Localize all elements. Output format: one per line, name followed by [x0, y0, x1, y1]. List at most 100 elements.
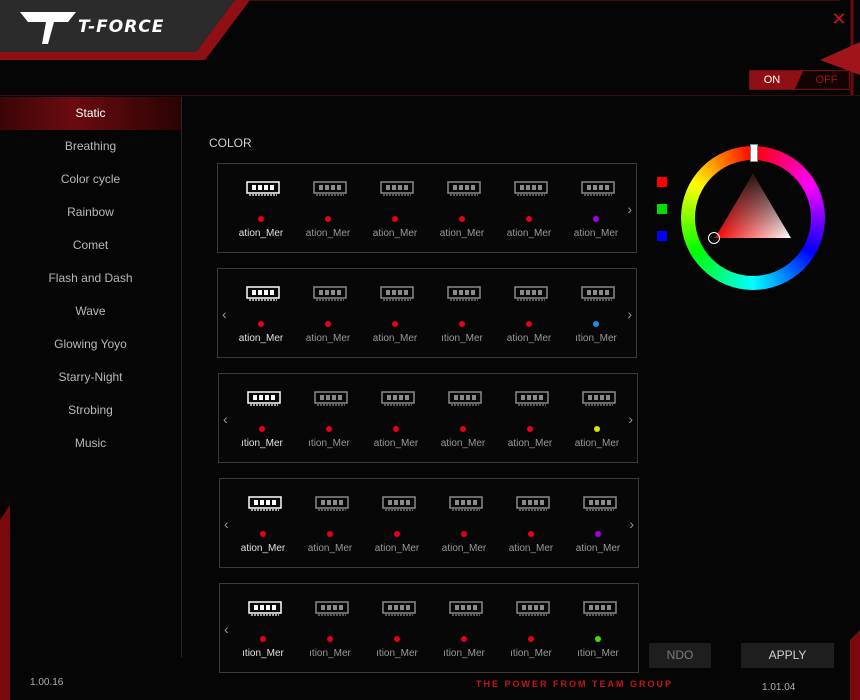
ram-module-icon [246, 181, 280, 196]
close-icon[interactable]: ✕ [828, 10, 850, 30]
ram-module[interactable]: ation_Mer [295, 283, 361, 353]
ram-module[interactable]: ıtion_Mer [296, 388, 362, 458]
hue-handle[interactable] [750, 144, 758, 162]
ram-module-icon [247, 391, 281, 406]
module-group-3: ‹ › ıtion_Mer ıtion_Mer ation_Mer ation_Mer at… [218, 373, 638, 463]
sidebar-item-rainbow[interactable]: Rainbow [0, 196, 181, 229]
ram-module[interactable]: ation_Mer [297, 493, 363, 563]
ram-module[interactable]: ıtion_Mer [429, 283, 495, 353]
ram-module[interactable]: ation_Mer [496, 178, 562, 248]
sidebar-item-music[interactable]: Music [0, 427, 181, 460]
module-label: ation_Mer [441, 543, 487, 554]
led-color-dot [260, 636, 266, 642]
sidebar-item-wave[interactable]: Wave [0, 295, 181, 328]
swatch-green[interactable] [657, 204, 667, 214]
module-label: ation_Mer [305, 228, 351, 239]
led-color-dot [392, 321, 398, 327]
ram-module[interactable]: ıtion_Mer [498, 598, 564, 668]
ram-module[interactable]: ıtion_Mer [230, 598, 296, 668]
ram-module-icon [448, 391, 482, 406]
sidebar-item-breathing[interactable]: Breathing [0, 130, 181, 163]
ram-module-icon [516, 601, 550, 616]
sidebar-item-glowing-yoyo[interactable]: Glowing Yoyo [0, 328, 181, 361]
ram-module-icon [582, 391, 616, 406]
sidebar-item-static[interactable]: Static [0, 97, 181, 130]
chevron-left-icon[interactable]: ‹ [223, 411, 228, 427]
ram-module[interactable]: ation_Mer [564, 388, 630, 458]
color-section-label: COLOR [209, 136, 252, 150]
led-color-dot [260, 531, 266, 537]
ram-module[interactable]: ation_Mer [431, 493, 497, 563]
led-color-dot [327, 636, 333, 642]
led-color-dot [593, 216, 599, 222]
ram-module[interactable]: ation_Mer [362, 283, 428, 353]
ram-module[interactable]: ation_Mer [497, 388, 563, 458]
ram-module-icon [382, 496, 416, 511]
module-label: ıtion_Mer [242, 648, 284, 659]
ram-module[interactable]: ıtion_Mer [565, 598, 631, 668]
sidebar-item-comet[interactable]: Comet [0, 229, 181, 262]
module-label: ation_Mer [506, 228, 552, 239]
version-right: 1.01.04 [762, 682, 796, 693]
ram-module[interactable]: ation_Mer [498, 493, 564, 563]
ram-module[interactable]: ation_Mer [228, 178, 294, 248]
chevron-left-icon[interactable]: ‹ [222, 306, 227, 322]
ram-module-icon [514, 286, 548, 301]
ram-module[interactable]: ation_Mer [228, 283, 294, 353]
module-label: ation_Mer [508, 543, 554, 554]
led-color-dot [459, 216, 465, 222]
ram-module[interactable]: ıtion_Mer [563, 283, 629, 353]
led-color-dot [325, 321, 331, 327]
toggle-on[interactable]: ON [750, 71, 794, 89]
logo: T-FORCE [0, 0, 245, 58]
power-toggle[interactable]: ON OFF [749, 70, 850, 90]
saturation-triangle[interactable] [681, 146, 825, 290]
sidebar-item-starry-night[interactable]: Starry-Night [0, 361, 181, 394]
led-color-dot [595, 531, 601, 537]
module-label: ıtion_Mer [309, 648, 351, 659]
led-color-dot [394, 531, 400, 537]
chevron-left-icon[interactable]: ‹ [224, 516, 229, 532]
ram-module[interactable]: ation_Mer [496, 283, 562, 353]
module-label: ıtion_Mer [577, 648, 619, 659]
apply-button[interactable]: APPLY [741, 643, 834, 668]
ram-module[interactable]: ıtion_Mer [431, 598, 497, 668]
sidebar-item-strobing[interactable]: Strobing [0, 394, 181, 427]
ram-module[interactable]: ation_Mer [565, 493, 631, 563]
module-label: ıtion_Mer [308, 438, 350, 449]
led-color-dot [526, 321, 532, 327]
undo-button[interactable]: NDO [649, 643, 711, 668]
chevron-left-icon[interactable]: ‹ [224, 621, 229, 637]
led-color-dot [325, 216, 331, 222]
ram-module[interactable]: ıtion_Mer [364, 598, 430, 668]
ram-module[interactable]: ıtion_Mer [297, 598, 363, 668]
ram-module[interactable]: ation_Mer [563, 178, 629, 248]
sidebar-item-flash-and-dash[interactable]: Flash and Dash [0, 262, 181, 295]
toggle-off[interactable]: OFF [804, 71, 849, 89]
led-color-dot [392, 216, 398, 222]
ram-module-icon [583, 496, 617, 511]
led-color-dot [327, 531, 333, 537]
color-picker[interactable] [681, 144, 825, 290]
led-color-dot [461, 531, 467, 537]
ram-module[interactable]: ation_Mer [430, 388, 496, 458]
ram-module[interactable]: ation_Mer [295, 178, 361, 248]
module-label: ation_Mer [372, 228, 418, 239]
module-label: ation_Mer [439, 228, 485, 239]
ram-module[interactable]: ation_Mer [230, 493, 296, 563]
ram-module[interactable]: ation_Mer [363, 388, 429, 458]
ram-module[interactable]: ation_Mer [364, 493, 430, 563]
swatch-blue[interactable] [657, 231, 667, 241]
ram-module[interactable]: ation_Mer [429, 178, 495, 248]
effect-sidebar: Static Breathing Color cycle Rainbow Comet Fl… [0, 97, 182, 657]
version-left: 1.00.16 [30, 677, 64, 688]
swatch-red[interactable] [657, 177, 667, 187]
led-color-dot [460, 426, 466, 432]
ram-module[interactable]: ıtion_Mer [229, 388, 295, 458]
sidebar-item-color-cycle[interactable]: Color cycle [0, 163, 181, 196]
led-color-dot [593, 321, 599, 327]
module-label: ation_Mer [238, 228, 284, 239]
ram-module-icon [581, 286, 615, 301]
saturation-handle[interactable] [708, 232, 720, 244]
ram-module[interactable]: ation_Mer [362, 178, 428, 248]
